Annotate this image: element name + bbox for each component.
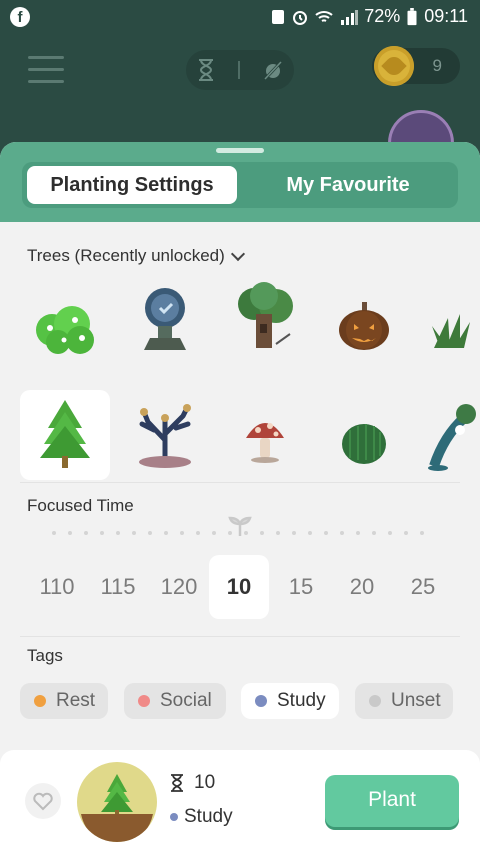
tab-my-favourite[interactable]: My Favourite <box>242 166 454 204</box>
coin-count: 9 <box>432 56 442 75</box>
tree-coral[interactable] <box>120 390 210 480</box>
tag-label: Rest <box>56 690 96 711</box>
tag-dot <box>255 695 267 707</box>
selected-tag: Study <box>170 806 233 828</box>
selected-time: 10 <box>170 772 233 794</box>
mode-toggle[interactable] <box>186 50 294 90</box>
tree-pine[interactable] <box>20 390 110 480</box>
alarm-lock-icon <box>272 9 285 24</box>
tag-social[interactable]: Social <box>124 683 226 719</box>
facebook-icon: f <box>10 7 30 27</box>
time-option[interactable]: 110 <box>26 555 88 619</box>
tree-bush[interactable] <box>20 278 110 368</box>
signal-icon <box>341 9 359 25</box>
tree-grid <box>20 278 480 480</box>
tag-dot <box>138 695 150 707</box>
selection-summary: 10 Study <box>170 772 233 828</box>
tab-planting-settings[interactable]: Planting Settings <box>27 166 237 204</box>
tag-label: Study <box>277 690 326 711</box>
battery-percent: 72% <box>364 6 401 26</box>
divider <box>20 636 460 637</box>
hourglass-icon[interactable] <box>197 59 215 81</box>
clock: 09:11 <box>424 6 468 26</box>
time-option[interactable]: 120 <box>148 555 210 619</box>
time-option[interactable]: 15 <box>270 555 332 619</box>
tree-category-label: Trees (Recently unlocked) <box>27 246 225 265</box>
chevron-down-icon <box>230 246 245 261</box>
coin-balance[interactable]: 9 <box>372 46 460 86</box>
tree-willow[interactable] <box>420 390 480 480</box>
plant-button[interactable]: Plant <box>325 775 459 827</box>
app-bar: 9 <box>0 34 480 176</box>
tag-unset[interactable]: Unset <box>355 683 453 719</box>
tag-rest[interactable]: Rest <box>20 683 108 719</box>
time-picker[interactable]: 110 115 120 10 15 20 25 <box>24 555 464 621</box>
heart-icon <box>33 792 53 811</box>
coin-icon <box>374 46 414 86</box>
battery-icon <box>407 7 417 25</box>
tree-treehouse[interactable] <box>220 278 310 368</box>
tag-dot <box>34 695 46 707</box>
time-option-selected[interactable]: 10 <box>209 555 269 619</box>
status-bar: f 72% 09:11 <box>0 0 480 34</box>
mode-separator <box>237 61 240 79</box>
tag-dot <box>369 695 381 707</box>
tag-label: Social <box>160 690 212 711</box>
tree-category-dropdown[interactable]: Trees (Recently unlocked) <box>27 246 245 266</box>
selected-time-value: 10 <box>194 772 216 793</box>
tree-pumpkin[interactable] <box>320 278 410 368</box>
alarm-icon <box>293 10 308 25</box>
time-option[interactable]: 115 <box>87 555 149 619</box>
time-option[interactable]: 25 <box>392 555 454 619</box>
wifi-icon <box>315 10 333 22</box>
selected-tag-label: Study <box>184 806 233 827</box>
selected-tree-preview[interactable] <box>77 762 157 842</box>
divider <box>20 482 460 483</box>
tree-clock[interactable] <box>120 278 210 368</box>
time-ruler[interactable] <box>50 530 430 536</box>
tag-study[interactable]: Study <box>241 683 339 719</box>
tree-grass[interactable] <box>420 278 480 368</box>
tag-dot <box>170 813 178 821</box>
sheet-grabber[interactable] <box>216 148 264 153</box>
status-icons: 72% 09:11 <box>270 6 468 27</box>
tags-label: Tags <box>27 646 63 665</box>
tag-label: Unset <box>391 690 441 711</box>
time-option[interactable]: 20 <box>331 555 393 619</box>
hourglass-icon <box>171 774 183 792</box>
tree-mushroom[interactable] <box>220 390 310 480</box>
timer-off-icon[interactable] <box>263 59 283 81</box>
sheet-header: Planting Settings My Favourite <box>0 142 480 222</box>
hamburger-icon[interactable] <box>28 56 64 84</box>
favourite-button[interactable] <box>25 783 61 819</box>
plant-bar: 10 Study Plant <box>0 750 480 853</box>
tree-cactus[interactable] <box>320 390 410 480</box>
tab-switcher: Planting Settings My Favourite <box>22 162 458 208</box>
focused-time-label: Focused Time <box>27 496 134 515</box>
planting-sheet: Planting Settings My Favourite Trees (Re… <box>0 142 480 853</box>
